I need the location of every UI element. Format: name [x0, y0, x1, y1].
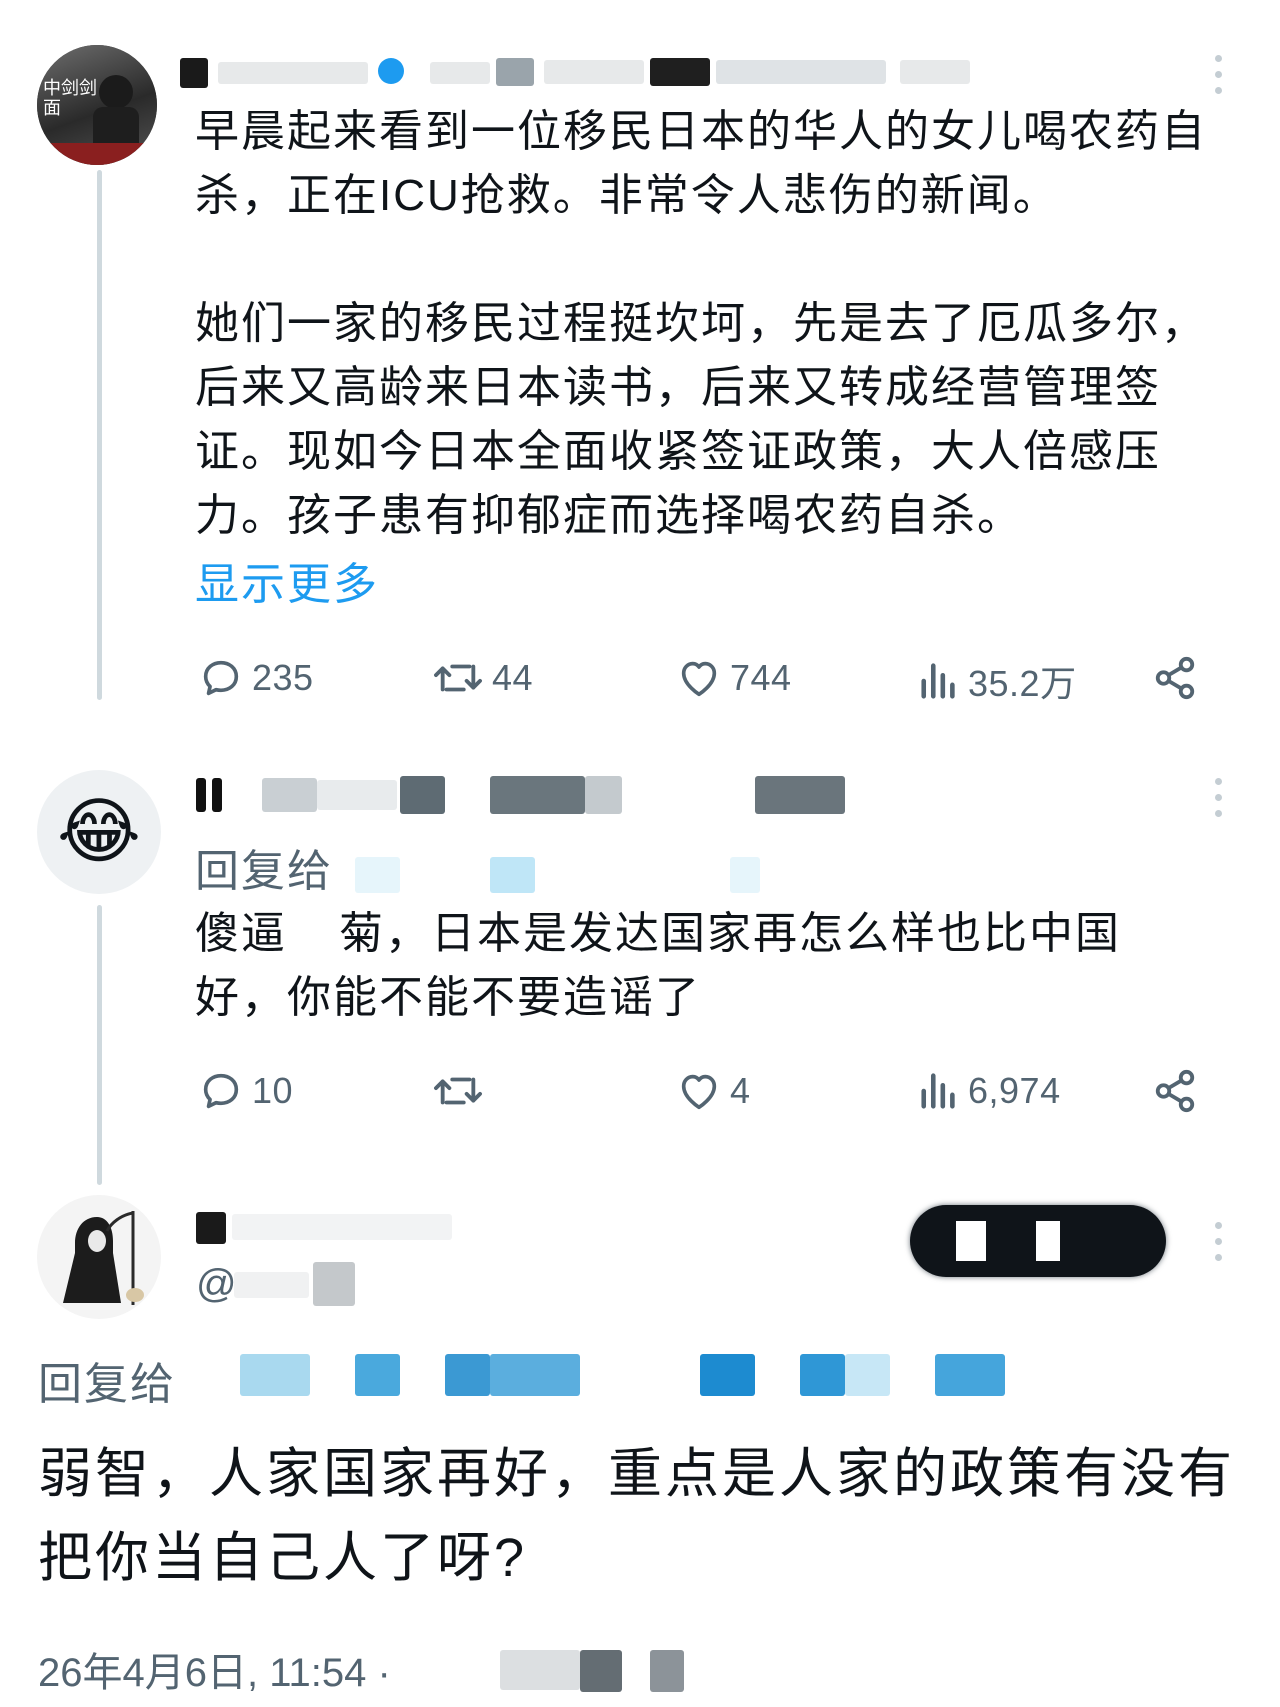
- thread-line: [97, 170, 102, 700]
- more-options-icon[interactable]: [1211, 1222, 1225, 1261]
- reply-to-label: 回复给: [195, 847, 333, 896]
- handle-prefix: @: [196, 1262, 237, 1306]
- more-options-icon[interactable]: [1211, 55, 1225, 94]
- laughing-emoji-icon: 😂: [56, 792, 142, 872]
- reply-icon: [203, 660, 239, 696]
- repost-button[interactable]: [432, 1068, 492, 1114]
- share-icon: [1155, 656, 1195, 700]
- reply-text: 傻逼 菊，日本是发达国家再怎么样也比中国好，你能不能不要造谣了: [195, 909, 1121, 1022]
- repost-button[interactable]: 44: [432, 655, 533, 701]
- share-icon: [1155, 1069, 1195, 1113]
- grim-reaper-avatar[interactable]: [37, 1195, 161, 1319]
- views-icon: [921, 663, 955, 699]
- reply-count: 10: [252, 1070, 294, 1111]
- views-button[interactable]: 6,974: [918, 1068, 1061, 1114]
- repost-count: 44: [492, 657, 534, 698]
- share-button[interactable]: [1152, 655, 1198, 701]
- like-count: 4: [730, 1070, 751, 1111]
- more-options-icon[interactable]: [1211, 778, 1225, 817]
- reply-to-label: 回复给: [38, 1360, 176, 1409]
- view-count: 6,974: [968, 1070, 1061, 1111]
- reply-button[interactable]: 235: [198, 655, 314, 701]
- follow-button[interactable]: [910, 1205, 1166, 1277]
- views-button[interactable]: 35.2万: [918, 655, 1077, 707]
- avatar-text: 中剑剑面: [43, 78, 97, 119]
- like-count: 744: [730, 657, 792, 698]
- focused-reply-text: 弱智，人家国家再好，重点是人家的政策有没有把你当自己人了呀?: [38, 1444, 1235, 1588]
- repost-icon: [434, 664, 482, 692]
- like-button[interactable]: 744: [676, 655, 792, 701]
- avatar[interactable]: 中剑剑面: [37, 45, 157, 165]
- like-button[interactable]: 4: [676, 1068, 751, 1114]
- thread-line: [97, 905, 102, 1185]
- reply-icon: [203, 1073, 239, 1109]
- reply-button[interactable]: 10: [198, 1068, 293, 1114]
- avatar[interactable]: 😂: [37, 770, 161, 894]
- post-timestamp: 26年4月6日, 11:54 ·: [38, 1651, 391, 1695]
- heart-icon: [681, 1074, 717, 1110]
- views-icon: [921, 1073, 955, 1109]
- repost-icon: [434, 1077, 482, 1105]
- heart-icon: [681, 661, 717, 697]
- reply-count: 235: [252, 657, 314, 698]
- post-text: 早晨起来看到一位移民日本的华人的女儿喝农药自杀，正在ICU抢救。非常令人悲伤的新…: [195, 107, 1207, 540]
- share-button[interactable]: [1152, 1068, 1198, 1114]
- show-more-link[interactable]: 显示更多: [195, 553, 379, 617]
- view-count: 35.2万: [968, 663, 1077, 704]
